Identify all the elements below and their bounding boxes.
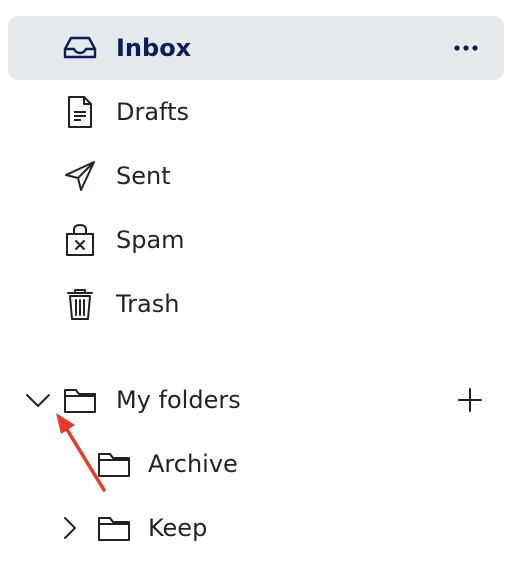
folder-icon xyxy=(96,510,132,546)
nav-item-sent[interactable]: Sent xyxy=(8,144,504,208)
chevron-down-icon[interactable] xyxy=(22,382,54,418)
send-icon xyxy=(62,158,98,194)
folder-icon xyxy=(96,446,132,482)
more-options-icon[interactable] xyxy=(452,34,480,62)
nav-item-drafts[interactable]: Drafts xyxy=(8,80,504,144)
nav-item-label: Sent xyxy=(116,162,171,190)
nav-item-trash[interactable]: Trash xyxy=(8,272,504,336)
folders-section-header[interactable]: My folders xyxy=(8,368,504,432)
nav-item-label: Trash xyxy=(116,290,180,318)
nav-item-label: Spam xyxy=(116,226,185,254)
nav-item-label: Drafts xyxy=(116,98,189,126)
folder-item-label: Keep xyxy=(148,514,208,542)
inbox-icon xyxy=(62,30,98,66)
chevron-right-icon[interactable] xyxy=(58,510,82,546)
folder-icon xyxy=(62,382,98,418)
nav-item-inbox[interactable]: Inbox xyxy=(8,16,504,80)
folder-item-keep[interactable]: Keep xyxy=(8,496,504,560)
draft-document-icon xyxy=(62,94,98,130)
folder-item-archive[interactable]: Archive xyxy=(8,432,504,496)
spam-bag-icon xyxy=(62,222,98,258)
nav-item-spam[interactable]: Spam xyxy=(8,208,504,272)
trash-icon xyxy=(62,286,98,322)
nav-item-label: Inbox xyxy=(116,34,192,62)
folders-section-label: My folders xyxy=(116,386,241,414)
folder-item-label: Archive xyxy=(148,450,238,478)
add-folder-icon[interactable] xyxy=(456,386,484,414)
